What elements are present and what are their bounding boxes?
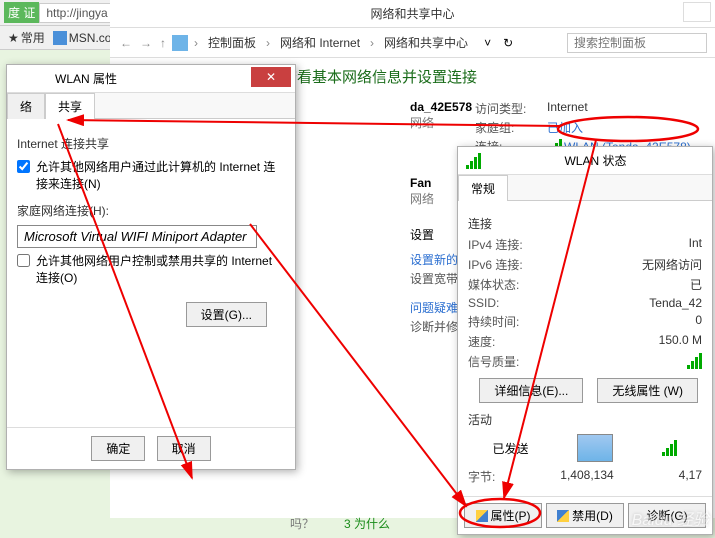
bytes-sent-value: 1,408,134 — [560, 468, 613, 485]
up-icon[interactable]: ↑ — [158, 36, 168, 50]
access-type-value: Internet — [547, 100, 588, 117]
network-type-label: 网络 — [410, 114, 472, 131]
wlan-status-dialog: WLAN 状态 常规 连接 IPv4 连接:Int IPv6 连接:无网络访问 … — [457, 146, 713, 535]
activity-icon — [577, 434, 613, 462]
duration-value: 0 — [695, 313, 702, 330]
bookmark-msn[interactable]: MSN.co — [53, 31, 112, 45]
activity-section-label: 活动 — [468, 411, 702, 428]
control-panel-icon — [172, 35, 188, 51]
settings-button[interactable]: 设置(G)... — [186, 302, 267, 327]
tab-general[interactable]: 常规 — [458, 175, 508, 201]
ok-button[interactable]: 确定 — [91, 436, 145, 461]
allow-share-label: 允许其他网络用户通过此计算机的 Internet 连接来连接(N) — [36, 158, 285, 192]
ipv4-label: IPv4 连接: — [468, 236, 523, 253]
footer-q1: 吗？ — [290, 515, 314, 532]
signal-icon — [466, 153, 481, 169]
page-heading: 查看基本网络信息并设置连接 — [270, 58, 715, 95]
access-type-label: 访问类型: — [475, 100, 535, 117]
ipv6-label: IPv6 连接: — [468, 256, 523, 273]
media-value: 已 — [690, 276, 702, 293]
ipv6-value: 无网络访问 — [642, 256, 702, 273]
sent-label: 已发送 — [492, 440, 528, 457]
bytes-label: 字节: — [468, 468, 495, 485]
cancel-button[interactable]: 取消 — [157, 436, 211, 461]
allow-share-checkbox[interactable] — [17, 160, 30, 173]
recv-signal-icon — [662, 440, 677, 456]
search-input[interactable] — [567, 33, 707, 53]
fan-label: Fan — [410, 176, 434, 190]
breadcrumb: ← → ↑ › 控制面板 › 网络和 Internet › 网络和共享中心 ˅ … — [110, 28, 715, 58]
homegroup-label: 家庭组: — [475, 119, 535, 136]
ics-group-label: Internet 连接共享 — [17, 135, 285, 152]
dialog-title: WLAN 属性 — [55, 70, 117, 87]
speed-value: 150.0 M — [659, 333, 702, 350]
cert-badge: 度 证 — [4, 2, 39, 23]
back-icon[interactable]: ← — [118, 36, 134, 50]
media-label: 媒体状态: — [468, 276, 519, 293]
bc-control-panel[interactable]: 控制面板 — [204, 32, 260, 53]
wireless-properties-button[interactable]: 无线属性 (W) — [597, 378, 698, 403]
close-button[interactable]: ✕ — [251, 67, 291, 87]
watermark: Baidu 经验 — [632, 506, 709, 530]
footer-text: 吗？ 3 为什么 — [290, 515, 390, 532]
window-title-bar: 网络和共享中心 — [110, 0, 715, 28]
window-title: 网络和共享中心 — [370, 5, 454, 22]
network-name: da_42E578 — [410, 100, 472, 114]
disable-button[interactable]: 禁用(D) — [546, 503, 624, 528]
dialog-title-bar: WLAN 属性 ✕ — [7, 65, 295, 93]
bc-network-internet[interactable]: 网络和 Internet — [276, 32, 364, 53]
connection-section-label: 连接 — [468, 215, 702, 232]
signal-bars-icon — [687, 353, 702, 369]
allow-control-checkbox[interactable] — [17, 254, 30, 267]
chevron-down-icon[interactable]: ˅ — [484, 36, 491, 50]
home-conn-label: 家庭网络连接(H): — [17, 202, 285, 219]
duration-label: 持续时间: — [468, 313, 519, 330]
tab-strip: 络 共享 — [7, 93, 295, 119]
homegroup-link[interactable]: 已加入 — [547, 119, 583, 136]
status-title: WLAN 状态 — [487, 152, 704, 169]
allow-control-label: 允许其他网络用户控制或禁用共享的 Internet 连接(O) — [36, 252, 285, 286]
fan-network-label: 网络 — [410, 190, 434, 207]
wlan-properties-dialog: WLAN 属性 ✕ 络 共享 Internet 连接共享 允许其他网络用户通过此… — [6, 64, 296, 470]
minimize-button[interactable] — [683, 2, 711, 22]
shield-icon — [476, 510, 488, 522]
details-button[interactable]: 详细信息(E)... — [479, 378, 583, 403]
ssid-label: SSID: — [468, 296, 499, 310]
adapter-combo[interactable]: Microsoft Virtual WIFI Miniport Adapter — [17, 225, 257, 248]
shield-icon — [557, 510, 569, 522]
forward-icon[interactable]: → — [138, 36, 154, 50]
ssid-value: Tenda_42 — [649, 296, 702, 310]
msn-icon — [53, 31, 67, 45]
bc-sharing-center[interactable]: 网络和共享中心 — [380, 32, 472, 53]
footer-q2: 3 为什么 — [344, 515, 390, 532]
ipv4-value: Int — [689, 236, 702, 253]
properties-button[interactable]: 属性(P) — [464, 503, 542, 528]
tab-network[interactable]: 络 — [7, 93, 45, 119]
signal-label: 信号质量: — [468, 353, 519, 370]
tab-sharing[interactable]: 共享 — [45, 93, 95, 119]
speed-label: 速度: — [468, 333, 495, 350]
status-title-bar: WLAN 状态 — [458, 147, 712, 175]
bookmarks-label: ★ 常用 — [8, 29, 45, 46]
bytes-recv-value: 4,17 — [679, 468, 702, 485]
refresh-icon[interactable]: ↻ — [503, 36, 513, 50]
